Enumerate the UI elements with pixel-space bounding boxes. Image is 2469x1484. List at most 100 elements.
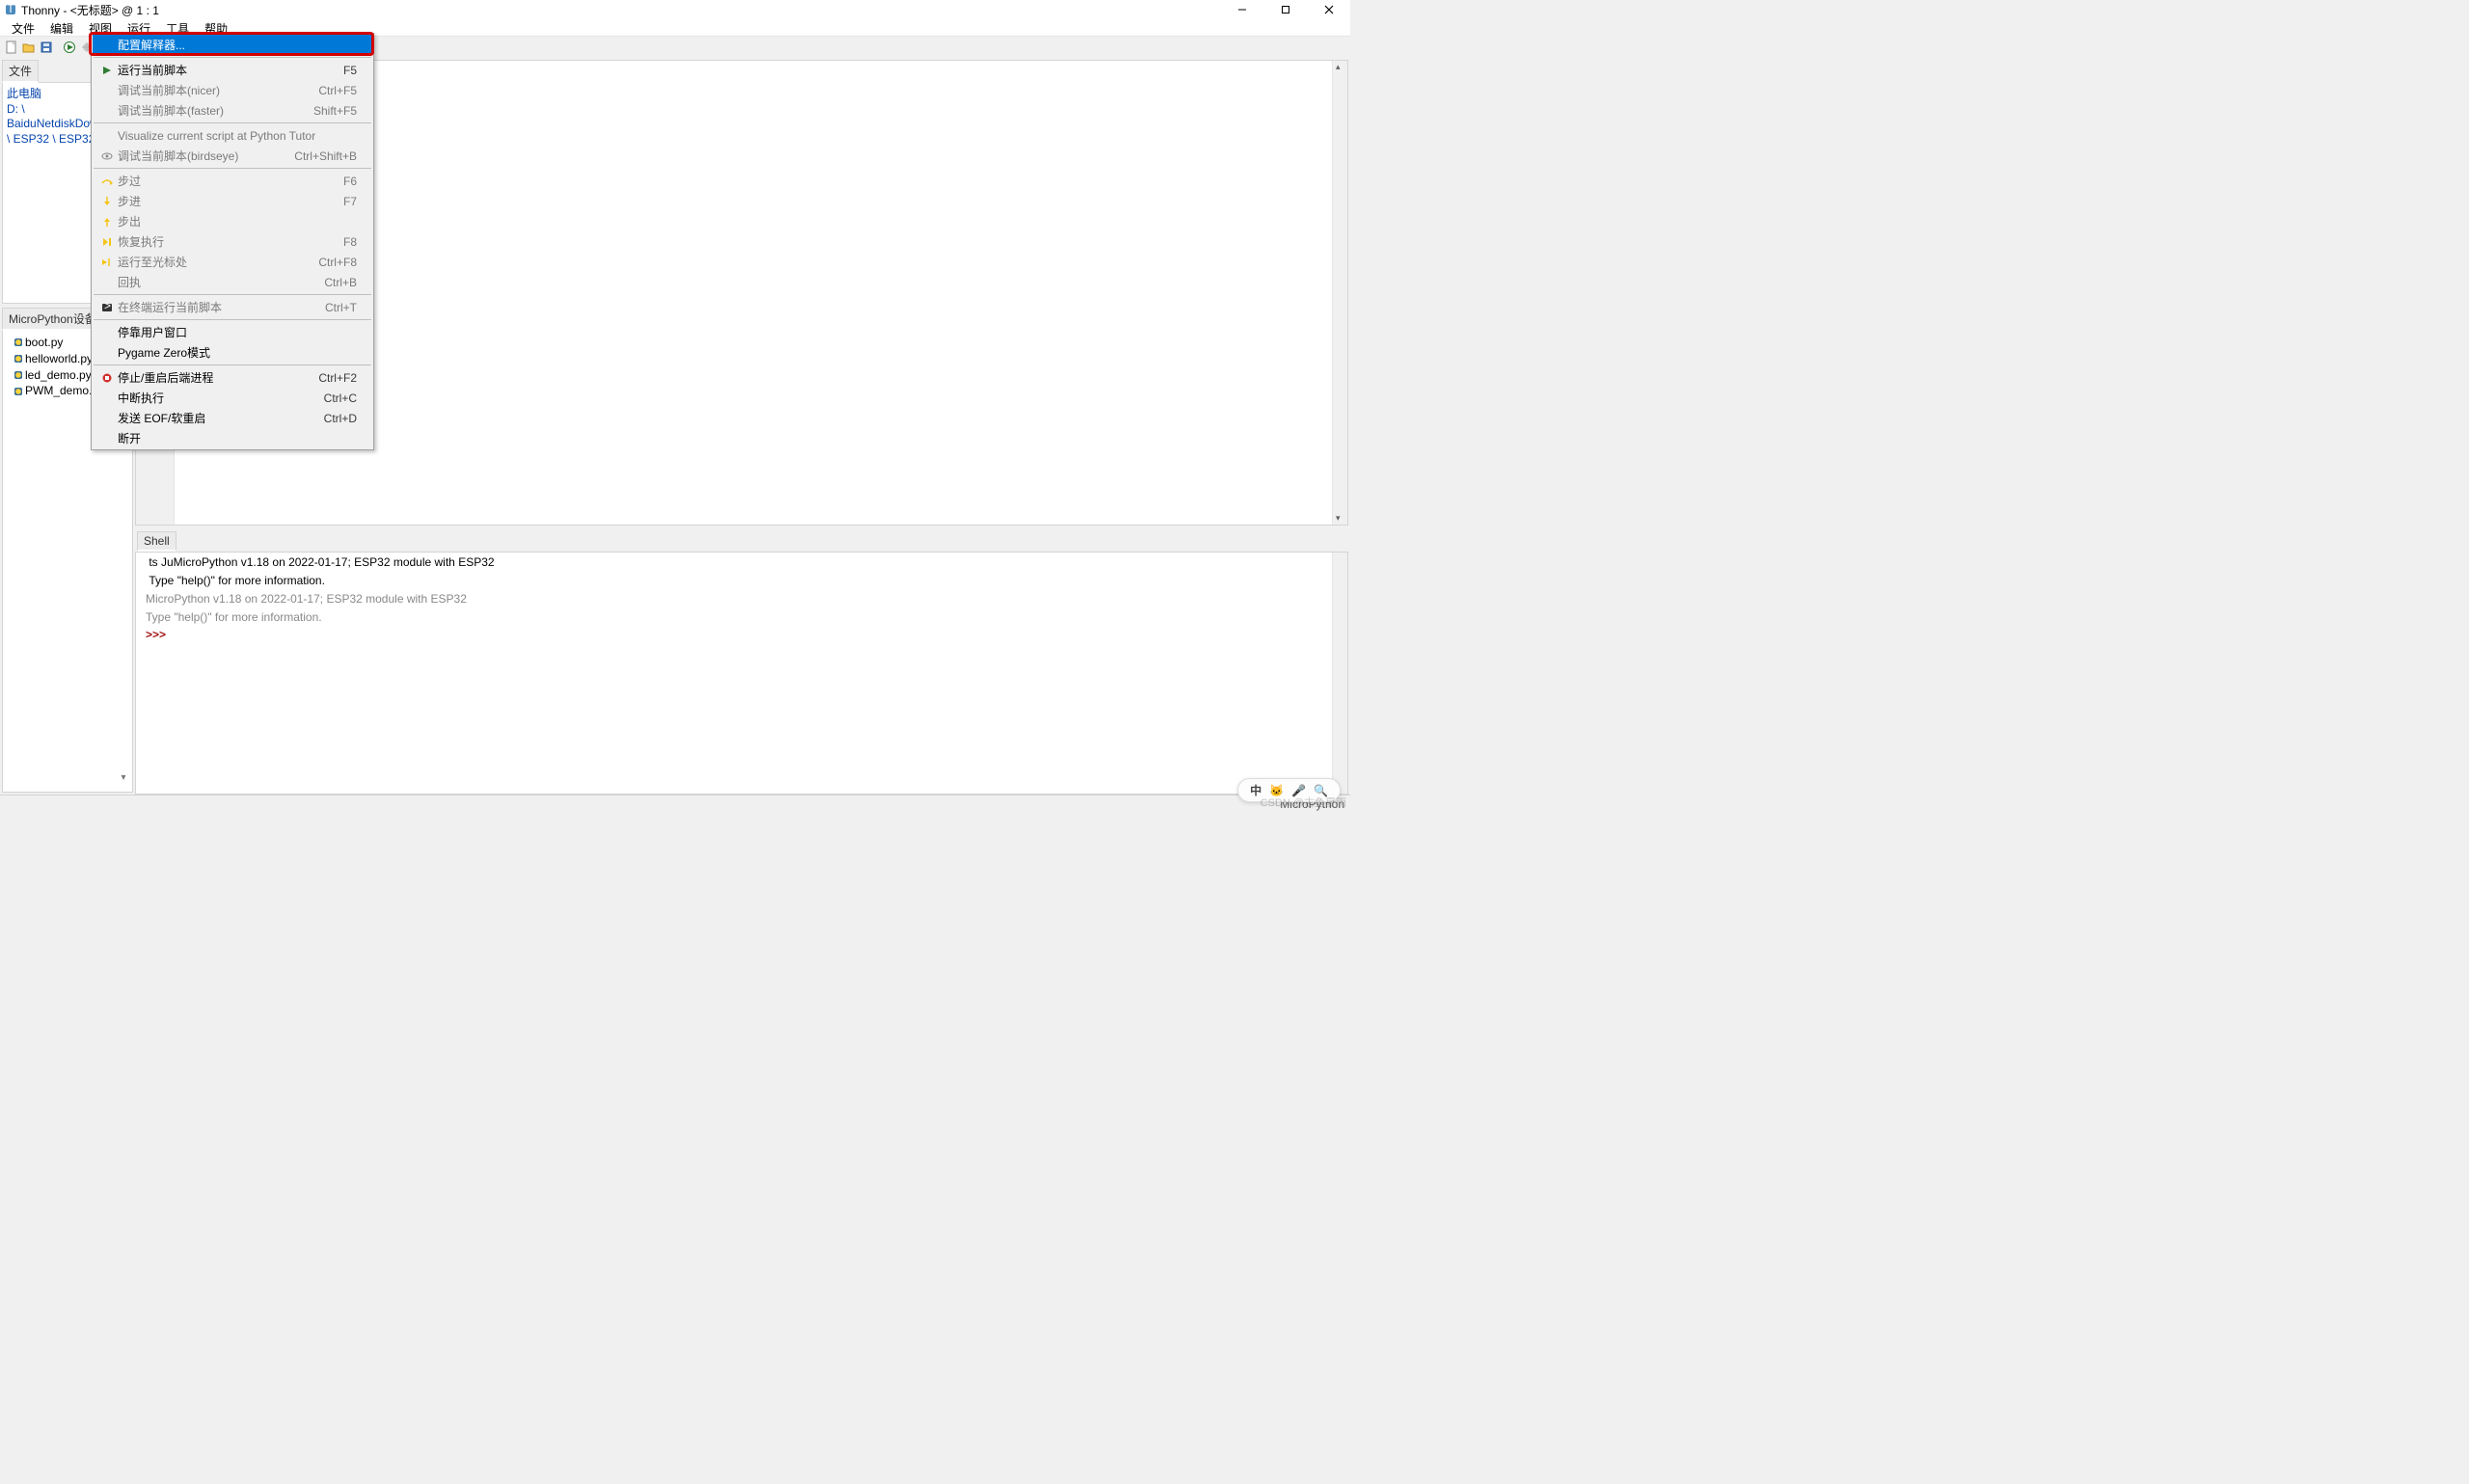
menu-item-shortcut: Ctrl+F8 (318, 256, 366, 269)
menu-item: 调试当前脚本(faster)Shift+F5 (93, 100, 372, 121)
menu-item-shortcut: F6 (343, 175, 366, 188)
menu-item-label: 运行至光标处 (116, 254, 318, 270)
file-label: led_demo.py (25, 367, 92, 384)
window-controls (1220, 0, 1350, 19)
menu-item-label: 步出 (116, 213, 357, 229)
resume-icon (98, 237, 116, 247)
shell-body[interactable]: ts JuMicroPython v1.18 on 2022-01-17; ES… (135, 552, 1348, 795)
menu-item-label: 步进 (116, 193, 343, 209)
shell-line: MicroPython v1.18 on 2022-01-17; ESP32 m… (146, 592, 467, 606)
maximize-button[interactable] (1263, 0, 1307, 19)
shell-scrollbar[interactable] (1332, 553, 1347, 794)
shell-area: Shell ts JuMicroPython v1.18 on 2022-01-… (135, 529, 1348, 795)
menu-item-label: 运行当前脚本 (116, 62, 343, 78)
menu-item-label: 调试当前脚本(nicer) (116, 82, 318, 98)
menu-item-label: 恢复执行 (116, 233, 343, 250)
open-file-icon[interactable] (21, 40, 37, 55)
menu-item: 步过F6 (93, 171, 372, 191)
title-bar: T Thonny - <无标题> @ 1 : 1 (0, 0, 1350, 19)
menu-item[interactable]: 中断执行Ctrl+C (93, 388, 372, 408)
menu-item-shortcut: Ctrl+Shift+B (294, 149, 366, 163)
files-panel-tab[interactable]: 文件 (2, 60, 39, 83)
run-icon[interactable] (62, 40, 77, 55)
menu-item: 步出 (93, 211, 372, 231)
menu-item-label: 中断执行 (116, 390, 324, 406)
menu-item[interactable]: 停止/重启后端进程Ctrl+F2 (93, 367, 372, 388)
menu-item: 步进F7 (93, 191, 372, 211)
terminal-icon: > (98, 303, 116, 312)
close-button[interactable] (1307, 0, 1350, 19)
shell-line: ts JuMicroPython v1.18 on 2022-01-17; ES… (146, 555, 495, 569)
svg-text:T: T (7, 4, 14, 15)
menu-separator (94, 294, 371, 295)
menu-item-label: 断开 (116, 430, 357, 446)
new-file-icon[interactable] (4, 40, 19, 55)
menu-item-label: 在终端运行当前脚本 (116, 299, 325, 315)
menu-item-shortcut: Ctrl+F2 (318, 371, 366, 385)
file-label: helloworld.py (25, 351, 93, 367)
svg-text:>: > (104, 303, 111, 312)
stepover-icon (98, 176, 116, 186)
python-file-icon (14, 388, 22, 395)
menu-item: Visualize current script at Python Tutor (93, 125, 372, 146)
menu-separator (94, 364, 371, 365)
python-file-icon (14, 355, 22, 363)
menu-item[interactable]: 断开 (93, 428, 372, 448)
menu-item[interactable]: 发送 EOF/软重启Ctrl+D (93, 408, 372, 428)
shell-tab[interactable]: Shell (137, 531, 176, 552)
scroll-down-icon[interactable]: ▾ (117, 772, 130, 786)
menu-item: 运行至光标处Ctrl+F8 (93, 252, 372, 272)
menu-edit[interactable]: 编辑 (42, 19, 81, 36)
status-bar: MicroPython (0, 795, 1350, 812)
menu-item-label: 配置解释器... (116, 37, 357, 53)
python-file-icon (14, 338, 22, 346)
menu-item-label: 步过 (116, 173, 343, 189)
menu-item: 恢复执行F8 (93, 231, 372, 252)
window-title: Thonny - <无标题> @ 1 : 1 (21, 2, 159, 18)
shell-prompt: >>> (146, 628, 169, 641)
editor-scrollbar[interactable] (1332, 61, 1347, 525)
menu-item-label: 调试当前脚本(faster) (116, 102, 313, 119)
menu-item-label: 回执 (116, 274, 324, 290)
python-file-icon (14, 371, 22, 379)
menu-item-shortcut: F8 (343, 235, 366, 249)
menu-item-shortcut: Ctrl+F5 (318, 84, 366, 97)
eye-icon (98, 152, 116, 160)
run-context-menu: 配置解释器...运行当前脚本F5调试当前脚本(nicer)Ctrl+F5调试当前… (91, 33, 374, 450)
shell-line: Type "help()" for more information. (146, 574, 325, 587)
menu-item-label: Visualize current script at Python Tutor (116, 129, 357, 143)
menu-item-label: 发送 EOF/软重启 (116, 410, 324, 426)
file-label: boot.py (25, 335, 63, 351)
stepin-icon (98, 196, 116, 207)
menu-item-shortcut: Ctrl+T (325, 301, 366, 314)
menu-item-label: 停止/重启后端进程 (116, 369, 318, 386)
menu-separator (94, 57, 371, 58)
menu-item-shortcut: Ctrl+B (324, 276, 366, 289)
menu-item-label: 调试当前脚本(birdseye) (116, 148, 294, 164)
menu-item-shortcut: F7 (343, 195, 366, 208)
menu-item: > 在终端运行当前脚本Ctrl+T (93, 297, 372, 317)
menu-separator (94, 319, 371, 320)
app-icon: T (4, 3, 17, 16)
menu-item-shortcut: F5 (343, 64, 366, 77)
menu-file[interactable]: 文件 (4, 19, 42, 36)
menu-item: 调试当前脚本(birdseye)Ctrl+Shift+B (93, 146, 372, 166)
save-file-icon[interactable] (39, 40, 54, 55)
play-icon (98, 66, 116, 75)
menu-item: 调试当前脚本(nicer)Ctrl+F5 (93, 80, 372, 100)
watermark: CSDN @古鱼夏雨 (1261, 795, 1346, 810)
device-panel-tab[interactable]: MicroPython设备 (2, 308, 103, 331)
stepout-icon (98, 216, 116, 228)
stop-icon (98, 373, 116, 383)
menu-item-shortcut: Ctrl+C (324, 391, 366, 405)
menu-item[interactable]: Pygame Zero模式 (93, 342, 372, 363)
menu-item[interactable]: 停靠用户窗口 (93, 322, 372, 342)
menu-item[interactable]: 配置解释器... (93, 35, 372, 55)
menu-item-label: Pygame Zero模式 (116, 344, 357, 361)
menu-item-shortcut: Ctrl+D (324, 412, 366, 425)
menu-item[interactable]: 运行当前脚本F5 (93, 60, 372, 80)
menu-item-shortcut: Shift+F5 (313, 104, 366, 118)
menu-item: 回执Ctrl+B (93, 272, 372, 292)
menu-separator (94, 168, 371, 169)
minimize-button[interactable] (1220, 0, 1263, 19)
